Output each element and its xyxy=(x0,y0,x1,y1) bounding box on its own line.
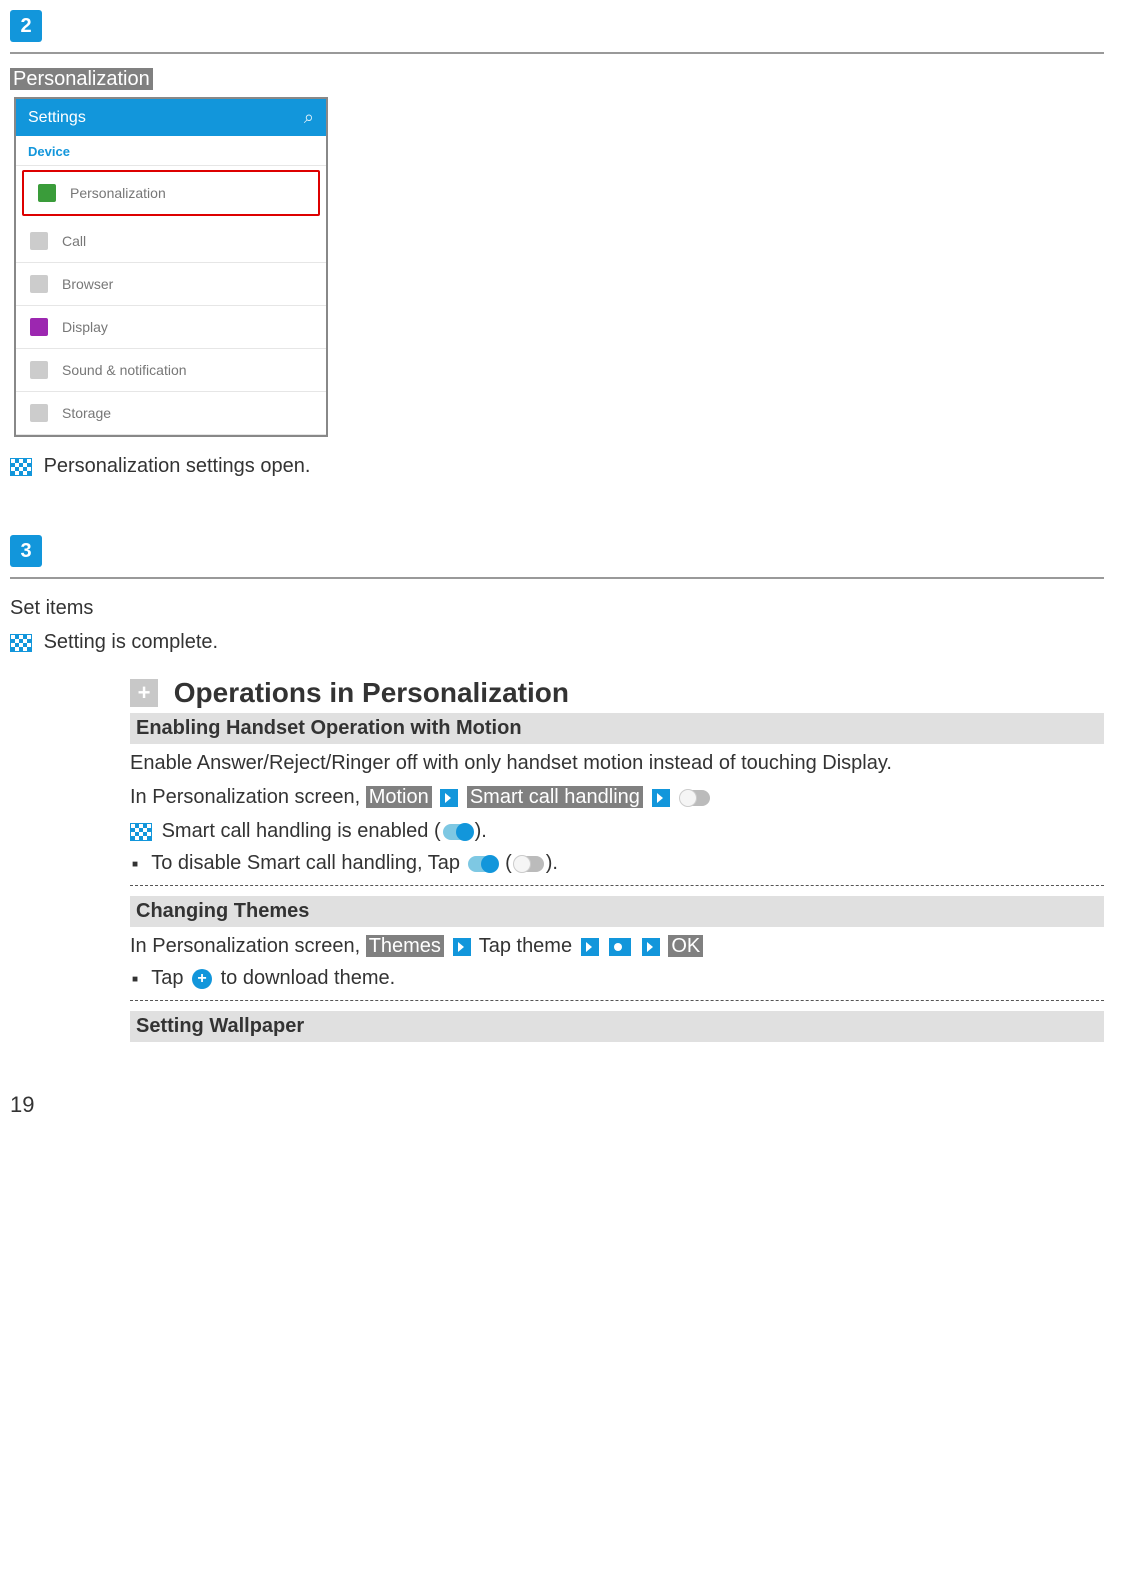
toggle-off-icon xyxy=(514,856,544,872)
list-item-label: Sound & notification xyxy=(62,362,187,378)
step-separator xyxy=(10,577,1104,579)
result-line-3: Setting is complete. xyxy=(10,627,1104,657)
set-items-title: Set items xyxy=(10,593,1104,623)
list-item-icon xyxy=(38,184,56,202)
motion-disable-bullet: To disable Smart call handling, Tap (). xyxy=(132,852,1104,875)
arrow-icon xyxy=(652,789,670,807)
screenshot-list-item: Display xyxy=(16,306,326,349)
themes-prefix: In Personalization screen, xyxy=(130,935,366,957)
wallpaper-subheader: Setting Wallpaper xyxy=(130,1011,1104,1042)
plus-icon: + xyxy=(130,679,158,707)
result-icon xyxy=(10,458,32,476)
motion-result: Smart call handling is enabled (). xyxy=(130,816,1104,846)
list-item-icon xyxy=(30,275,48,293)
bullet-end: to download theme. xyxy=(221,967,396,989)
themes-steps: In Personalization screen, Themes Tap th… xyxy=(130,931,1104,961)
screenshot-list-item: Call xyxy=(16,220,326,263)
motion-subheader: Enabling Handset Operation with Motion xyxy=(130,713,1104,744)
page-number: 19 xyxy=(10,1092,1104,1118)
screenshot-header-title: Settings xyxy=(28,109,86,127)
result-text: Personalization settings open. xyxy=(44,455,311,477)
operations-heading: + Operations in Personalization xyxy=(130,677,1104,709)
list-item-icon xyxy=(30,404,48,422)
motion-step-prefix: In Personalization screen, xyxy=(130,786,366,808)
list-item-label: Browser xyxy=(62,276,113,292)
list-item-icon xyxy=(30,232,48,250)
bullet-text: Tap xyxy=(151,967,189,989)
motion-bullets: To disable Smart call handling, Tap (). xyxy=(130,852,1104,875)
screenshot-list-item: Browser xyxy=(16,263,326,306)
screenshot-tab: Device xyxy=(16,136,326,166)
screenshot-list-item: Sound & notification xyxy=(16,349,326,392)
arrow-icon xyxy=(642,938,660,956)
step-2-badge: 2 xyxy=(10,10,42,42)
dotted-separator xyxy=(130,1000,1104,1001)
dotted-separator xyxy=(130,885,1104,886)
arrow-icon xyxy=(453,938,471,956)
themes-download-bullet: Tap + to download theme. xyxy=(132,967,1104,990)
operations-block: + Operations in Personalization Enabling… xyxy=(130,677,1104,1042)
screenshot-list-item: Storage xyxy=(16,392,326,435)
bullet-end: ). xyxy=(546,852,558,874)
list-item-label: Storage xyxy=(62,405,111,421)
settings-screenshot: Settings ⌕ Device Personalization Call Bro… xyxy=(14,97,328,437)
arrow-icon xyxy=(440,789,458,807)
section-title-highlight: Personalization xyxy=(10,68,153,90)
result-icon xyxy=(10,634,32,652)
themes-subheader: Changing Themes xyxy=(130,896,1104,927)
toggle-off-icon xyxy=(680,790,710,806)
section-personalization: Personalization Settings ⌕ Device Person… xyxy=(10,68,1104,481)
bullet-mid: ( xyxy=(505,852,512,874)
themes-chip: Themes xyxy=(366,935,444,957)
result-line: Personalization settings open. xyxy=(10,451,1104,481)
motion-result-end: ). xyxy=(475,820,487,842)
themes-bullets: Tap + to download theme. xyxy=(130,967,1104,990)
step-separator xyxy=(10,52,1104,54)
motion-result-text: Smart call handling is enabled ( xyxy=(162,820,441,842)
themes-mid: Tap theme xyxy=(479,935,572,957)
list-item-label: Call xyxy=(62,233,86,249)
ok-chip: OK xyxy=(668,935,703,957)
toggle-on-icon xyxy=(443,824,473,840)
list-item-icon xyxy=(30,361,48,379)
arrow-icon xyxy=(581,938,599,956)
preview-icon xyxy=(609,938,631,956)
bullet-text: To disable Smart call handling, Tap xyxy=(151,852,465,874)
list-item-label: Display xyxy=(62,319,108,335)
motion-chip: Motion xyxy=(366,786,432,808)
motion-desc: Enable Answer/Reject/Ringer off with onl… xyxy=(130,748,1104,778)
result-text-3: Setting is complete. xyxy=(44,631,219,653)
motion-steps: In Personalization screen, Motion Smart … xyxy=(130,782,1104,812)
search-icon: ⌕ xyxy=(304,107,314,128)
list-item-icon xyxy=(30,318,48,336)
list-item-label: Personalization xyxy=(70,185,166,201)
toggle-on-icon xyxy=(468,856,498,872)
operations-heading-text: Operations in Personalization xyxy=(174,677,569,708)
step-3-badge: 3 xyxy=(10,535,42,567)
note-icon xyxy=(130,823,152,841)
add-icon: + xyxy=(192,969,212,989)
smart-call-chip: Smart call handling xyxy=(467,786,643,808)
screenshot-header: Settings ⌕ xyxy=(16,99,326,136)
screenshot-list-item: Personalization xyxy=(22,170,320,216)
